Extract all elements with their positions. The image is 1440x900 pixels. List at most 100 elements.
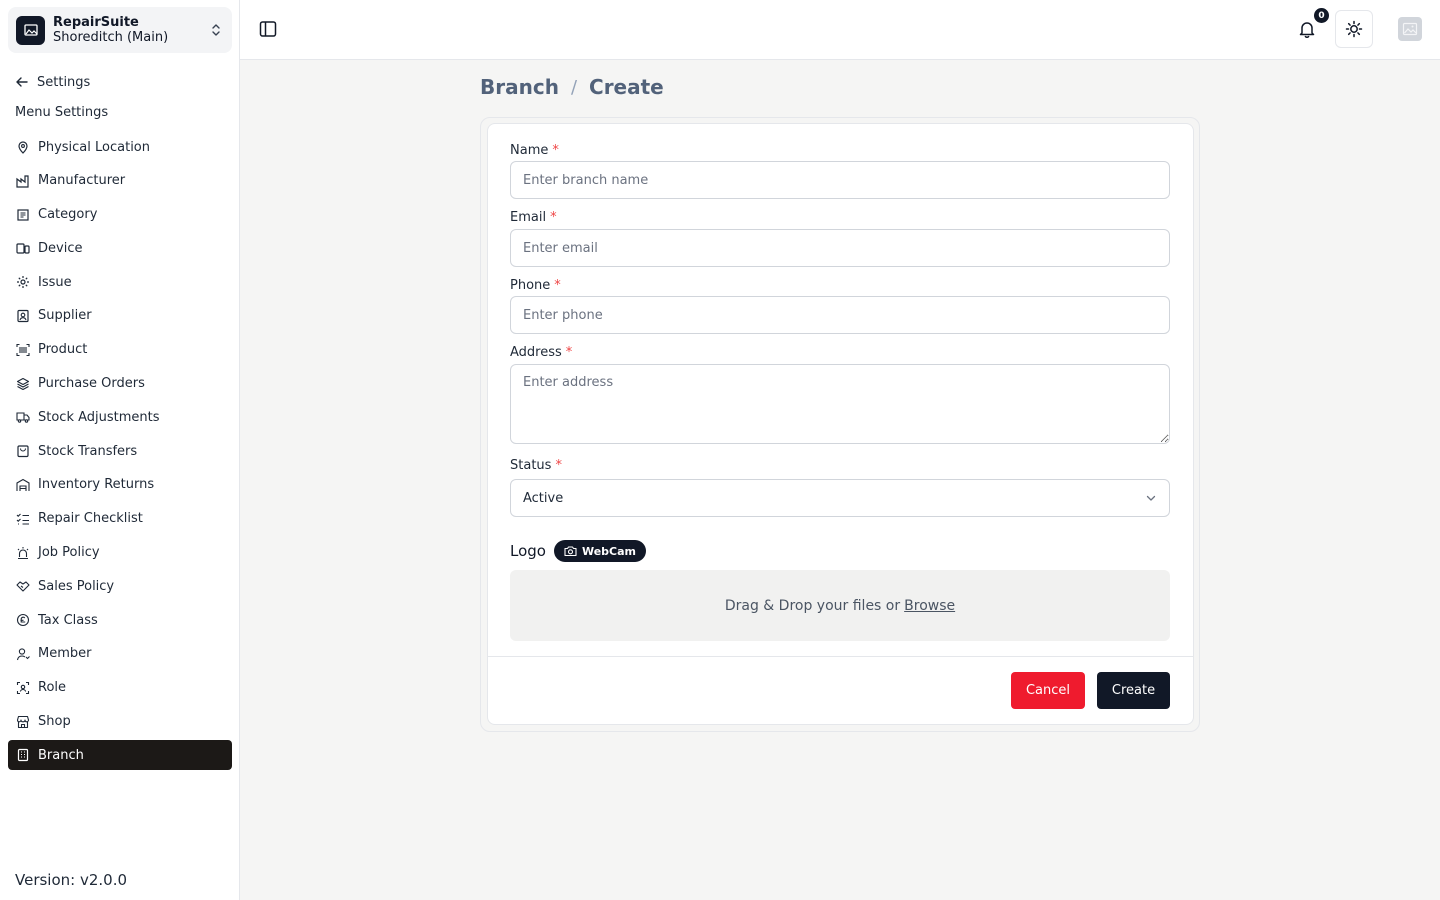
bag-icon: [16, 444, 30, 458]
sidebar-item-label: Category: [38, 207, 98, 223]
create-button[interactable]: Create: [1097, 672, 1170, 709]
sidebar-item-supplier[interactable]: Supplier: [8, 301, 232, 331]
sidebar-item-purchase-orders[interactable]: Purchase Orders: [8, 369, 232, 399]
address-textarea[interactable]: [510, 364, 1170, 444]
sidebar-item-label: Repair Checklist: [38, 511, 143, 527]
gear-icon: [16, 275, 30, 289]
building-icon: [16, 748, 30, 762]
email-label: Email *: [510, 210, 557, 225]
required-indicator: *: [552, 143, 559, 158]
webcam-label: WebCam: [581, 544, 637, 558]
layers-icon: [16, 377, 30, 391]
sun-icon: [1345, 20, 1363, 38]
store-icon: [16, 715, 30, 729]
card-footer-divider: [488, 656, 1193, 657]
name-label: Name *: [510, 143, 559, 158]
status-select[interactable]: Active: [510, 479, 1170, 517]
sidebar-item-product[interactable]: Product: [8, 335, 232, 365]
sidebar-item-sales-policy[interactable]: Sales Policy: [8, 571, 232, 601]
theme-toggle-button[interactable]: [1335, 10, 1373, 48]
notification-count-badge: 0: [1314, 8, 1329, 23]
sidebar-item-issue[interactable]: Issue: [8, 267, 232, 297]
sidebar-item-label: Supplier: [38, 308, 92, 324]
required-indicator: *: [565, 345, 573, 360]
sidebar-item-shop[interactable]: Shop: [8, 707, 232, 737]
sidebar-item-role[interactable]: Role: [8, 673, 232, 703]
sidebar-toggle-icon[interactable]: [258, 19, 278, 39]
truck-icon: [16, 410, 30, 424]
browse-link[interactable]: Browse: [904, 598, 955, 614]
sidebar-item-label: Tax Class: [38, 612, 98, 628]
sidebar-item-label: Job Policy: [38, 545, 100, 561]
breadcrumb-separator: /: [570, 76, 578, 98]
chevron-down-icon: [1145, 492, 1157, 504]
settings-nav: Physical Location Manufacturer Category …: [8, 132, 232, 774]
menu-settings-heading: Menu Settings: [15, 105, 109, 120]
sidebar-item-label: Stock Adjustments: [38, 409, 160, 425]
sidebar-item-label: Manufacturer: [38, 173, 126, 189]
name-input[interactable]: [510, 161, 1170, 199]
sidebar-item-stock-transfers[interactable]: Stock Transfers: [8, 436, 232, 466]
breadcrumb-branch-link[interactable]: Branch: [480, 75, 559, 99]
sidebar-item-repair-checklist[interactable]: Repair Checklist: [8, 504, 232, 534]
sidebar-item-label: Device: [38, 240, 83, 256]
user-icon: [16, 647, 30, 661]
supplier-icon: [16, 309, 30, 323]
email-input[interactable]: [510, 229, 1170, 267]
sidebar-item-label: Branch: [38, 747, 84, 763]
sidebar-item-label: Issue: [38, 274, 72, 290]
back-to-settings-link[interactable]: Settings: [15, 71, 90, 93]
role-icon: [16, 681, 30, 695]
sidebar-item-category[interactable]: Category: [8, 200, 232, 230]
sidebar-item-branch[interactable]: Branch: [8, 740, 232, 771]
user-avatar[interactable]: [1398, 17, 1422, 41]
required-indicator: *: [550, 210, 557, 225]
handshake-icon: [16, 579, 30, 593]
sidebar-item-label: Stock Transfers: [38, 443, 138, 459]
cancel-button[interactable]: Cancel: [1011, 672, 1085, 709]
factory-icon: [16, 174, 30, 188]
sidebar-item-label: Shop: [38, 714, 71, 730]
logo-dropzone[interactable]: Drag & Drop your files or Browse: [510, 570, 1170, 641]
app-logo: [16, 15, 45, 45]
category-icon: [16, 208, 30, 222]
phone-label: Phone *: [510, 278, 561, 293]
phone-input[interactable]: [510, 296, 1170, 334]
sidebar-item-label: Product: [38, 342, 88, 358]
sidebar-item-label: Purchase Orders: [38, 376, 145, 392]
sidebar-item-manufacturer[interactable]: Manufacturer: [8, 166, 232, 196]
sidebar-item-tax-class[interactable]: Tax Class: [8, 605, 232, 635]
required-indicator: *: [554, 278, 561, 293]
notifications-bell-icon[interactable]: [1296, 18, 1318, 40]
webcam-button[interactable]: WebCam: [553, 540, 647, 562]
sidebar-item-label: Member: [38, 646, 92, 662]
sidebar-item-device[interactable]: Device: [8, 233, 232, 263]
sidebar-item-job-policy[interactable]: Job Policy: [8, 538, 232, 568]
sidebar-item-label: Sales Policy: [38, 578, 115, 594]
sidebar-item-label: Physical Location: [38, 139, 150, 155]
current-branch: Shoreditch (Main): [53, 30, 169, 45]
sidebar-item-label: Inventory Returns: [38, 477, 155, 493]
sidebar-item-physical-location[interactable]: Physical Location: [8, 132, 232, 162]
sidebar-item-stock-adjustments[interactable]: Stock Adjustments: [8, 402, 232, 432]
camera-icon: [564, 546, 577, 557]
sidebar: RepairSuite Shoreditch (Main) Settings M…: [0, 0, 240, 900]
warehouse-icon: [16, 478, 30, 492]
top-header: 0: [240, 0, 1440, 60]
devices-icon: [16, 241, 30, 255]
chevron-up-down-icon: [208, 22, 224, 38]
breadcrumb-current: Create: [589, 75, 664, 99]
app-version: Version: v2.0.0: [15, 871, 128, 889]
barcode-icon: [16, 343, 30, 357]
sidebar-item-member[interactable]: Member: [8, 639, 232, 669]
sidebar-item-label: Role: [38, 680, 67, 696]
branch-switcher[interactable]: RepairSuite Shoreditch (Main): [8, 7, 232, 53]
arrow-left-icon: [16, 77, 28, 87]
dropzone-text: Drag & Drop your files or: [724, 597, 901, 614]
checklist-icon: [16, 512, 30, 526]
required-indicator: *: [555, 458, 562, 473]
siren-icon: [16, 546, 30, 560]
coin-icon: [16, 613, 30, 627]
sidebar-item-inventory-returns[interactable]: Inventory Returns: [8, 470, 232, 500]
status-selected-value: Active: [523, 490, 564, 506]
